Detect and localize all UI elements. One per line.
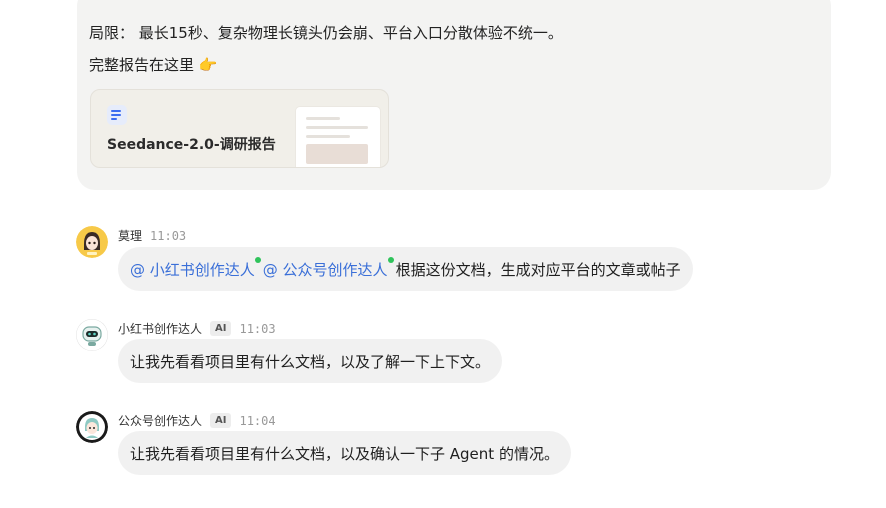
message-bubble: 让我先看看项目里有什么文档，以及确认一下子 Agent 的情况。 <box>118 431 571 475</box>
limitation-text: 局限： 最长15秒、复杂物理长镜头仍会崩、平台入口分散体验不统一。 <box>89 24 563 42</box>
timestamp: 11:03 <box>150 228 187 243</box>
ai-badge: AI <box>210 321 232 336</box>
robot-avatar[interactable] <box>76 319 108 351</box>
avatar[interactable] <box>76 226 108 258</box>
report-intro-label: 完整报告在这里 <box>89 56 195 74</box>
mention-xiaohongshu[interactable]: @ 小红书创作达人 <box>130 256 261 280</box>
sender-name: 莫理 <box>118 229 143 243</box>
pointing-right-emoji: 👉 <box>198 56 218 74</box>
document-title: Seedance-2.0-调研报告 <box>107 137 276 153</box>
message-text: 让我先看看项目里有什么文档，以及了解一下上下文。 <box>130 352 491 371</box>
document-card[interactable]: Seedance-2.0-调研报告 <box>90 89 389 168</box>
message-text: 根据这份文档，生成对应平台的文章或帖子 <box>395 260 681 279</box>
message-text: 让我先看看项目里有什么文档，以及确认一下子 Agent 的情况。 <box>130 444 559 463</box>
message-bubble: @ 小红书创作达人 @ 公众号创作达人 根据这份文档，生成对应平台的文章或帖子 <box>118 247 693 291</box>
sender-name: 公众号创作达人 <box>118 414 203 428</box>
previous-message-bubble: 局限： 最长15秒、复杂物理长镜头仍会崩、平台入口分散体验不统一。 完整报告在这… <box>77 0 831 190</box>
report-intro-text: 完整报告在这里 👉 <box>89 54 217 75</box>
message-bubble: 让我先看看项目里有什么文档，以及了解一下上下文。 <box>118 339 503 383</box>
mention-gongzhonghao[interactable]: @ 公众号创作达人 <box>263 256 394 280</box>
message-meta: 公众号创作达人 AI 11:04 <box>118 412 276 429</box>
sender-name: 小红书创作达人 <box>118 322 203 336</box>
document-icon <box>107 105 127 125</box>
online-status-dot <box>254 256 261 263</box>
online-status-dot <box>387 256 394 263</box>
document-thumbnail <box>296 107 380 167</box>
message-meta: 小红书创作达人 AI 11:03 <box>118 320 276 337</box>
timestamp: 11:04 <box>239 413 276 428</box>
timestamp: 11:03 <box>239 321 276 336</box>
message-meta: 莫理 11:03 <box>118 227 186 244</box>
ai-badge: AI <box>210 413 232 428</box>
character-avatar[interactable] <box>76 411 108 443</box>
